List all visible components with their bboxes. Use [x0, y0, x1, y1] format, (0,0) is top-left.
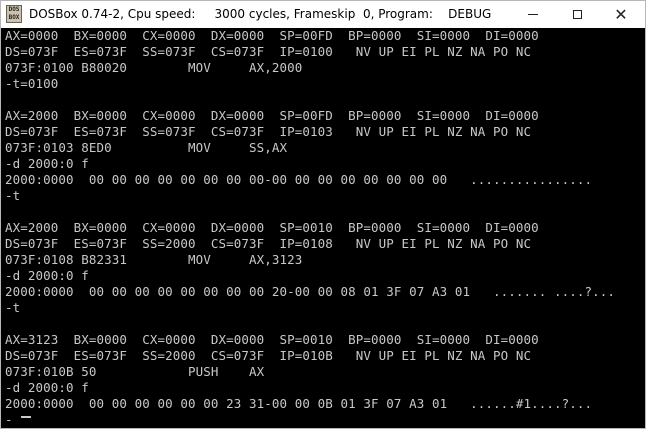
console-line: - — [5, 412, 13, 426]
console-line: -d 2000:0 f — [5, 380, 89, 395]
title-bar[interactable]: DOS BOX DOSBox 0.74-2, Cpu speed: 3000 c… — [1, 1, 645, 28]
console-line: AX=2000 BX=0000 CX=0000 DX=0000 SP=00FD … — [5, 108, 539, 123]
window-title: DOSBox 0.74-2, Cpu speed: 3000 cycles, F… — [29, 7, 492, 21]
console-line: -t — [5, 188, 21, 203]
console-line: -t — [5, 300, 21, 315]
console-line: -d 2000:0 f — [5, 268, 89, 283]
console-line: DS=073F ES=073F SS=073F CS=073F IP=0103 … — [5, 124, 532, 139]
console-line: DS=073F ES=073F SS=2000 CS=073F IP=0108 … — [5, 236, 532, 251]
console-line: 2000:0000 00 00 00 00 00 00 23 31-00 00 … — [5, 396, 593, 411]
console-line: DS=073F ES=073F SS=073F CS=073F IP=0100 … — [5, 44, 532, 59]
close-icon: ✕ — [614, 4, 628, 24]
dosbox-app-icon[interactable]: DOS BOX — [6, 5, 22, 23]
dos-console[interactable]: AX=0000 BX=0000 CX=0000 DX=0000 SP=00FD … — [3, 28, 643, 426]
maximize-button[interactable] — [555, 1, 599, 28]
text-cursor — [21, 416, 31, 418]
console-line: AX=3123 BX=0000 CX=0000 DX=0000 SP=0010 … — [5, 332, 539, 347]
minimize-icon — [528, 14, 538, 15]
console-line: AX=2000 BX=0000 CX=0000 DX=0000 SP=0010 … — [5, 220, 539, 235]
icon-text-bottom: BOX — [8, 14, 20, 21]
console-line: 2000:0000 00 00 00 00 00 00 00 00 20-00 … — [5, 284, 616, 299]
close-button[interactable]: ✕ — [599, 1, 643, 28]
console-line: 073F:0100 B80020 MOV AX,2000 — [5, 60, 303, 75]
maximize-icon — [572, 10, 582, 19]
console-line: -t=0100 — [5, 76, 59, 91]
console-line: AX=0000 BX=0000 CX=0000 DX=0000 SP=00FD … — [5, 28, 539, 43]
dosbox-window: DOS BOX DOSBox 0.74-2, Cpu speed: 3000 c… — [0, 0, 646, 429]
console-line: -d 2000:0 f — [5, 156, 89, 171]
icon-text-top: DOS — [8, 6, 20, 13]
console-line: 073F:0108 B82331 MOV AX,3123 — [5, 252, 303, 267]
console-line: DS=073F ES=073F SS=2000 CS=073F IP=010B … — [5, 348, 532, 363]
minimize-button[interactable] — [511, 1, 555, 28]
console-line: 073F:010B 50 PUSH AX — [5, 364, 265, 379]
console-line: 073F:0103 8ED0 MOV SS,AX — [5, 140, 288, 155]
console-line: 2000:0000 00 00 00 00 00 00 00 00-00 00 … — [5, 172, 593, 187]
